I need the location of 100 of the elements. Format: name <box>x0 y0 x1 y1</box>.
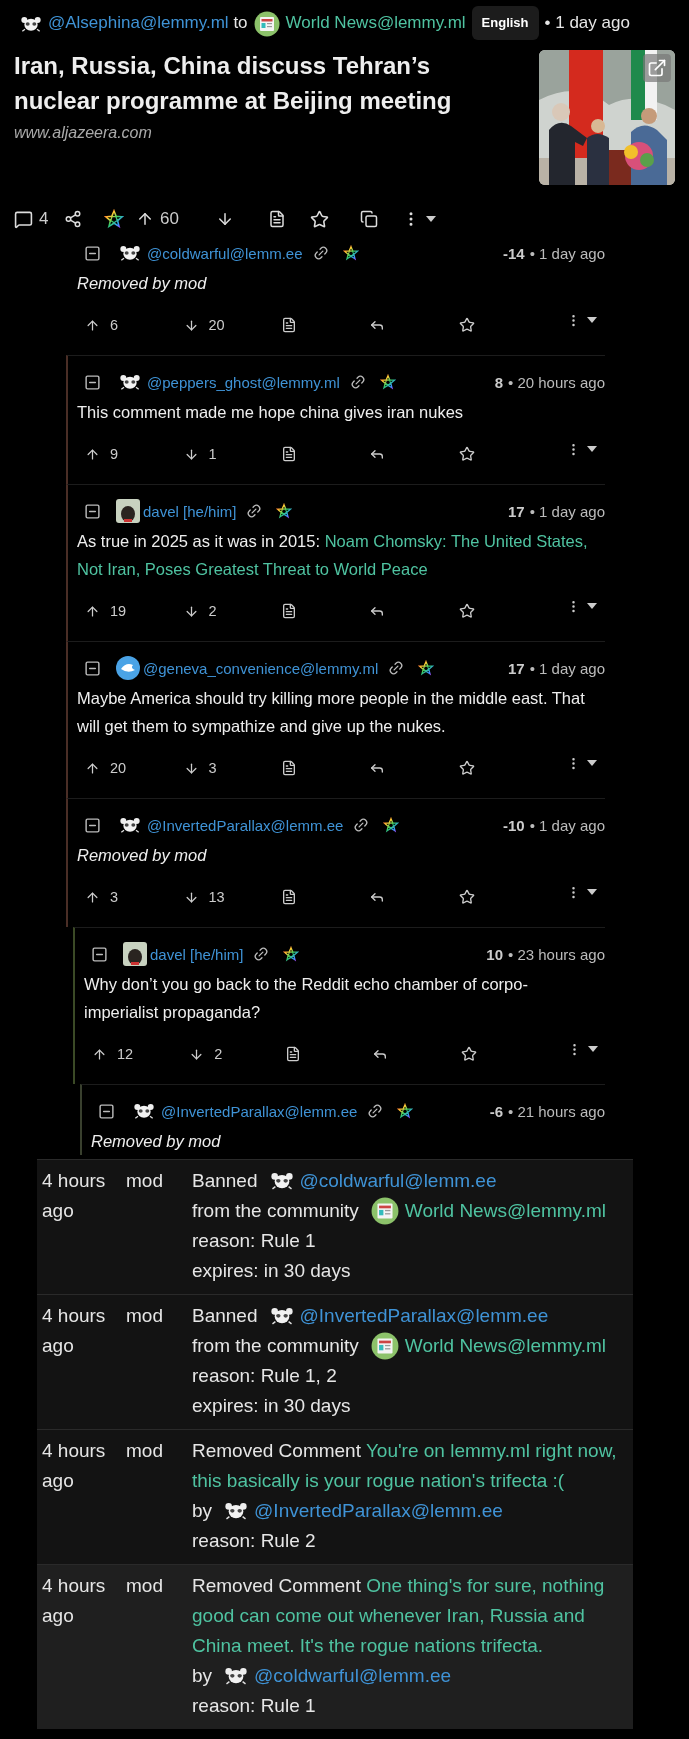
comments-icon[interactable] <box>14 209 33 229</box>
external-link-button[interactable] <box>643 54 671 82</box>
comment-author[interactable]: @geneva_convenience@lemmy.ml <box>143 659 379 677</box>
log-reason: reason: Rule 1, 2 <box>192 1365 337 1386</box>
save-icon[interactable] <box>458 760 475 776</box>
downvote-count: 2 <box>214 1046 223 1062</box>
star-icon[interactable] <box>342 245 359 261</box>
star-icon[interactable] <box>383 817 400 833</box>
mascot-icon <box>223 1667 250 1685</box>
community-link[interactable]: World News@lemmy.ml <box>285 13 466 32</box>
downvote-icon[interactable] <box>183 603 199 619</box>
downvote-icon[interactable] <box>183 760 199 776</box>
upvote-icon[interactable] <box>85 317 100 333</box>
post-title[interactable]: Iran, Russia, China discuss Tehran’s nuclear programme at Beijing meeting <box>14 48 484 118</box>
log-time: 4 hours ago <box>42 1574 107 1628</box>
save-icon[interactable] <box>458 889 475 905</box>
upvote-icon[interactable] <box>85 446 100 462</box>
star-icon[interactable] <box>276 503 293 519</box>
action-text: Removed Comment One thing's for sure, nothing good can come out whenever Iran, Russia and China meet. It's the rogue nations trifecta. <box>192 1574 606 1658</box>
log-moderator: mod <box>126 1169 164 1193</box>
comment-text: This comment made me hope china gives iran nukes <box>77 402 465 423</box>
downvote-icon[interactable] <box>183 889 199 905</box>
save-icon[interactable] <box>310 209 329 229</box>
upvote-count: 9 <box>110 446 119 462</box>
community-link[interactable]: World News@lemmy.ml <box>404 1196 607 1226</box>
community-link[interactable]: World News@lemmy.ml <box>404 1331 607 1361</box>
upvote-icon[interactable] <box>85 889 100 905</box>
comment-time: • 23 hours ago <box>508 945 605 963</box>
collapse-icon[interactable] <box>84 502 101 520</box>
collapse-icon[interactable] <box>84 244 101 262</box>
copy-icon[interactable] <box>360 210 378 228</box>
post-url[interactable]: www.aljazeera.com <box>14 124 484 142</box>
upvote-count: 12 <box>117 1046 134 1062</box>
share-icon[interactable] <box>64 210 82 228</box>
source-icon[interactable] <box>281 446 298 462</box>
save-icon[interactable] <box>458 317 475 333</box>
source-icon[interactable] <box>268 210 286 228</box>
downvote-icon[interactable] <box>216 210 234 228</box>
caret-icon[interactable] <box>586 446 597 452</box>
comment-author[interactable]: davel [he/him] <box>143 502 237 520</box>
upvote-icon[interactable] <box>85 760 100 776</box>
log-time: 4 hours ago <box>42 1304 107 1358</box>
save-icon[interactable] <box>460 1046 477 1062</box>
post-author[interactable]: @Alsephina@lemmy.ml <box>48 13 229 32</box>
source-icon[interactable] <box>281 603 298 619</box>
user-link[interactable]: @coldwarful@lemm.ee <box>254 1661 452 1691</box>
source-icon[interactable] <box>281 889 298 905</box>
newspaper-icon <box>370 1197 399 1225</box>
user-link[interactable]: @coldwarful@lemm.ee <box>299 1166 497 1196</box>
downvote-count: 3 <box>208 760 217 776</box>
user-link[interactable]: @InvertedParallax@lemm.ee <box>254 1496 503 1526</box>
star-icon[interactable] <box>418 660 435 676</box>
caret-icon[interactable] <box>586 317 597 323</box>
comment-text: Removed by mod <box>91 1131 222 1152</box>
collapse-icon[interactable] <box>91 945 108 963</box>
comment-author[interactable]: @InvertedParallax@lemm.ee <box>161 1102 358 1120</box>
newspaper-icon <box>370 1332 399 1360</box>
downvote-icon[interactable] <box>189 1046 205 1062</box>
post-score: 60 <box>160 209 179 229</box>
action-text: Banned <box>192 1304 258 1328</box>
user-link[interactable]: @InvertedParallax@lemm.ee <box>299 1301 549 1331</box>
mascot-icon <box>118 374 142 390</box>
caret-icon[interactable] <box>587 1046 598 1052</box>
upvote-icon[interactable] <box>92 1046 107 1062</box>
collapse-icon[interactable] <box>84 659 101 677</box>
mascot-icon <box>268 1172 295 1190</box>
comment-author[interactable]: @coldwarful@lemm.ee <box>147 244 303 262</box>
collapse-icon[interactable] <box>98 1102 115 1120</box>
comment-score: -14 <box>503 244 525 262</box>
caret-icon[interactable] <box>586 603 597 609</box>
caret-icon[interactable] <box>586 760 597 766</box>
source-icon[interactable] <box>285 1046 302 1062</box>
downvote-icon[interactable] <box>183 317 199 333</box>
star-icon[interactable] <box>104 209 124 229</box>
comment-author[interactable]: @InvertedParallax@lemm.ee <box>147 816 344 834</box>
save-icon[interactable] <box>458 603 475 619</box>
collapse-icon[interactable] <box>84 373 101 391</box>
comment-time: • 20 hours ago <box>508 373 605 391</box>
comment-author[interactable]: @peppers_ghost@lemmy.ml <box>147 373 340 391</box>
downvote-icon[interactable] <box>183 446 199 462</box>
comment-time: • 21 hours ago <box>508 1102 605 1120</box>
comment-score: 17 <box>508 659 525 677</box>
downvote-count: 2 <box>208 603 217 619</box>
star-icon[interactable] <box>379 374 396 390</box>
comment-author[interactable]: davel [he/him] <box>150 945 244 963</box>
upvote-icon[interactable] <box>136 210 154 228</box>
save-icon[interactable] <box>458 446 475 462</box>
star-icon[interactable] <box>397 1103 414 1119</box>
upvote-count: 6 <box>110 317 119 333</box>
by-label: by <box>192 1664 213 1688</box>
newspaper-icon <box>253 10 280 37</box>
post-time: • 1 day ago <box>544 13 630 32</box>
source-icon[interactable] <box>281 317 298 333</box>
caret-icon[interactable] <box>426 216 436 222</box>
collapse-icon[interactable] <box>84 816 101 834</box>
mascot-icon <box>132 1103 156 1119</box>
star-icon[interactable] <box>283 946 300 962</box>
upvote-icon[interactable] <box>85 603 100 619</box>
caret-icon[interactable] <box>586 889 597 895</box>
source-icon[interactable] <box>281 760 298 776</box>
